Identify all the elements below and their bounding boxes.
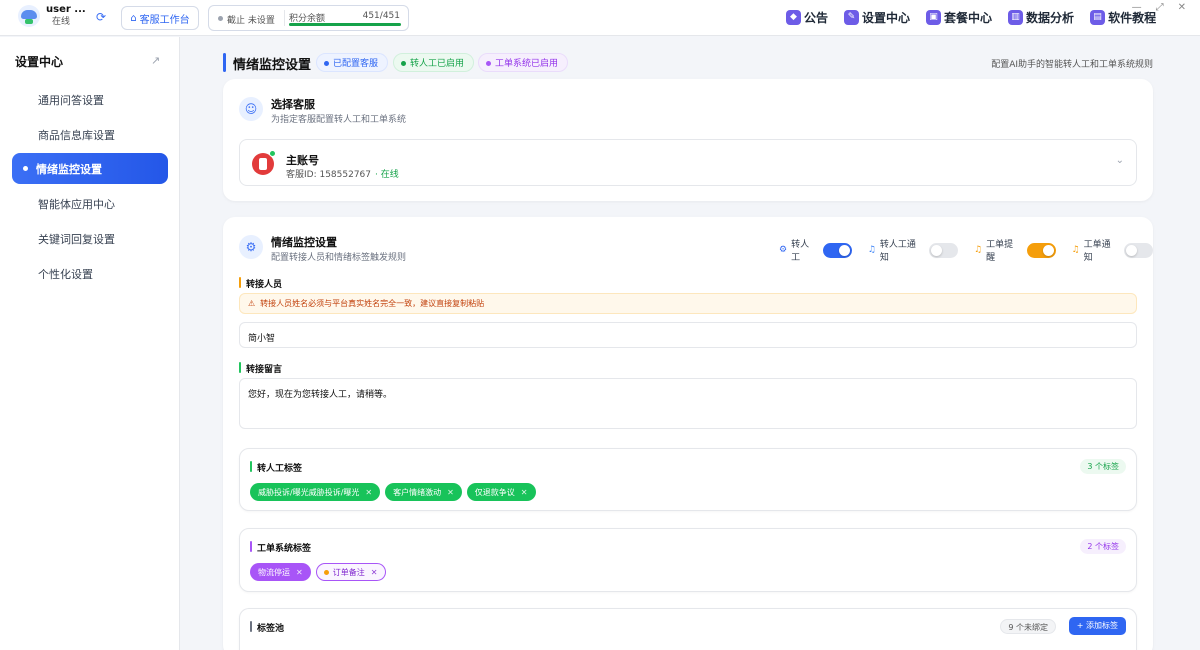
points-progress xyxy=(289,23,401,26)
sidebar-item-agent-apps[interactable]: 智能体应用中心 xyxy=(12,188,168,219)
status-badge-transfer-enabled: 转人工已启用 xyxy=(393,53,475,72)
chevron-down-icon: ⌄ xyxy=(1115,155,1124,166)
page-subtitle: 配置AI助手的智能转人工和工单系统规则 xyxy=(991,60,1153,70)
top-nav: ◆ 公告 ✎ 设置中心 ▣ 套餐中心 ▥ 数据分析 ▤ 软件教程 xyxy=(786,9,1172,26)
sidebar: 设置中心 ↗ 通用问答设置 商品信息库设置 情绪监控设置 智能体应用中心 关键词… xyxy=(0,37,180,650)
tag-chip[interactable]: 物流停运 ✕ xyxy=(250,563,311,581)
toggle-ticket-notify[interactable]: ♫ 工单通知 xyxy=(1071,237,1153,263)
switch-transfer-human[interactable] xyxy=(823,242,852,258)
ticket-tags-list: 物流停运 ✕ 订单备注 ✕ xyxy=(250,563,387,581)
status-dot xyxy=(218,16,223,21)
workbench-button[interactable]: ⌂ 客服工作台 xyxy=(121,6,199,30)
page-title: 情绪监控设置 xyxy=(233,58,312,73)
maximize-icon[interactable]: ⤢ xyxy=(1156,2,1164,13)
warning-icon: ⚠ xyxy=(248,299,256,308)
close-icon[interactable]: ✕ xyxy=(447,488,454,497)
ticket-tags-title: 工单系统标签 xyxy=(250,541,311,554)
add-tag-button[interactable]: + 添加标签 xyxy=(1068,617,1126,635)
external-link-icon[interactable]: ↗ xyxy=(151,54,160,67)
transfer-person-label: 转接人员 xyxy=(239,277,282,290)
user-status: 在线 xyxy=(52,17,71,27)
emotion-monitor-card: ⚙ 情绪监控设置 配置转接人员和情绪标签触发规则 ⚙ 转人工 ♫ 转人工通知 ♫… xyxy=(223,217,1153,650)
status-badge-agent-configured: 已配置客服 xyxy=(316,53,389,72)
tag-pool-title: 标签池 xyxy=(250,621,284,634)
select-agent-title: 选择客服 xyxy=(271,98,315,111)
select-agent-subtitle: 为指定客服配置转人工和工单系统 xyxy=(271,115,407,125)
toggle-transfer-notify[interactable]: ♫ 转人工通知 xyxy=(868,237,958,263)
human-tags-count: 3 个标签 xyxy=(1080,459,1126,474)
ticket-tags-card: 工单系统标签 2 个标签 物流停运 ✕ 订单备注 ✕ xyxy=(239,528,1137,592)
tag-pool-unbound-count: 9 个未绑定 xyxy=(1000,619,1056,634)
points-progress-fill xyxy=(289,23,401,26)
gear-icon: ⚙ xyxy=(779,245,788,255)
box-icon: ▣ xyxy=(926,10,942,25)
tag-chip[interactable]: 订单备注 ✕ xyxy=(315,563,387,581)
megaphone-icon: ◆ xyxy=(786,10,801,25)
transfer-message-textarea[interactable]: 您好，现在为您转接人工，请稍等。 xyxy=(239,378,1137,429)
toggle-transfer-human[interactable]: ⚙ 转人工 xyxy=(779,237,852,263)
human-tags-list: 威胁投诉/曝光威胁投诉/曝光 ✕ 客户情绪激动 ✕ 仅退款争议 ✕ xyxy=(250,483,536,501)
sidebar-item-personalization[interactable]: 个性化设置 xyxy=(12,258,168,289)
nav-analytics[interactable]: ▥ 数据分析 xyxy=(1008,9,1074,26)
refresh-icon[interactable]: ⟳ xyxy=(96,11,108,23)
transfer-person-input[interactable]: 简小智 xyxy=(239,322,1137,348)
points-value: 451/451 xyxy=(362,11,400,21)
bell-icon: ♫ xyxy=(974,245,983,255)
sidebar-item-product-library[interactable]: 商品信息库设置 xyxy=(12,119,168,150)
sidebar-item-general-qa[interactable]: 通用问答设置 xyxy=(12,84,168,115)
bar-chart-icon: ▥ xyxy=(1008,10,1024,25)
ticket-tags-count: 2 个标签 xyxy=(1080,539,1126,554)
warning-banner: ⚠ 转接人员姓名必须与平台真实姓名完全一致，建议直接复制粘贴 xyxy=(239,293,1137,314)
switch-ticket-reminder[interactable] xyxy=(1026,242,1056,258)
toggle-ticket-reminder[interactable]: ♫ 工单提醒 xyxy=(974,237,1056,263)
user-block[interactable]: user ... 在线 xyxy=(18,4,86,28)
sidebar-item-keyword-reply[interactable]: 关键词回复设置 xyxy=(12,223,168,254)
tag-chip[interactable]: 仅退款争议 ✕ xyxy=(466,483,536,501)
agent-name: 主账号 xyxy=(286,154,319,167)
toggle-group: ⚙ 转人工 ♫ 转人工通知 ♫ 工单提醒 ♫ 工单通知 xyxy=(763,237,1153,263)
window-controls: — ⤢ ✕ xyxy=(1132,2,1186,13)
status-badge-ticket-enabled: 工单系统已启用 xyxy=(478,53,569,72)
tag-chip[interactable]: 威胁投诉/曝光威胁投诉/曝光 ✕ xyxy=(250,483,381,501)
bell-icon: ♫ xyxy=(1071,245,1080,255)
user-name: user ... xyxy=(46,4,86,15)
tag-pool-card: 标签池 9 个未绑定 + 添加标签 xyxy=(239,608,1137,650)
avatar xyxy=(18,5,40,27)
workbench-label: 客服工作台 xyxy=(139,14,190,26)
switch-transfer-notify[interactable] xyxy=(929,242,958,258)
close-icon[interactable]: ✕ xyxy=(296,568,303,577)
user-icon: ☺ xyxy=(239,97,263,121)
top-bar: user ... 在线 ⟳ ⌂ 客服工作台 截止 未设置 积分余额 451/45… xyxy=(0,0,1200,36)
human-tags-title: 转人工标签 xyxy=(250,461,302,474)
sidebar-item-emotion-monitor[interactable]: 情绪监控设置 xyxy=(12,153,168,184)
close-icon[interactable]: ✕ xyxy=(365,488,372,497)
agent-online-status: · 在线 xyxy=(375,170,399,180)
switch-ticket-notify[interactable] xyxy=(1124,242,1153,258)
tag-chip[interactable]: 客户情绪激动 ✕ xyxy=(385,483,462,501)
select-agent-card: ☺ 选择客服 为指定客服配置转人工和工单系统 主账号 客服ID: 1585527… xyxy=(223,79,1153,201)
gear-icon: ⚙ xyxy=(239,235,263,259)
main-content: 情绪监控设置 已配置客服 转人工已启用 工单系统已启用 配置AI助手的智能转人工… xyxy=(181,37,1200,650)
close-icon[interactable]: ✕ xyxy=(1178,2,1186,13)
nav-packages[interactable]: ▣ 套餐中心 xyxy=(926,9,992,26)
nav-settings[interactable]: ✎ 设置中心 xyxy=(844,9,910,26)
nav-announcement[interactable]: ◆ 公告 xyxy=(786,9,828,26)
human-tags-card: 转人工标签 3 个标签 威胁投诉/曝光威胁投诉/曝光 ✕ 客户情绪激动 ✕ 仅退款争… xyxy=(239,448,1137,511)
minimize-icon[interactable]: — xyxy=(1132,2,1142,13)
agent-id: 客服ID: 158552767 xyxy=(286,170,372,180)
bell-icon: ♫ xyxy=(867,245,876,255)
online-dot xyxy=(269,150,276,157)
monitor-subtitle: 配置转接人员和情绪标签触发规则 xyxy=(271,253,407,263)
transfer-message-label: 转接留言 xyxy=(239,362,282,375)
account-status-box: 截止 未设置 积分余额 451/451 xyxy=(208,5,409,31)
pencil-icon: ✎ xyxy=(844,10,860,25)
monitor-title: 情绪监控设置 xyxy=(271,236,337,249)
agent-select-dropdown[interactable]: 主账号 客服ID: 158552767 · 在线 ⌄ xyxy=(239,139,1137,186)
close-icon[interactable]: ✕ xyxy=(371,568,378,577)
home-icon: ⌂ xyxy=(130,12,137,24)
close-icon[interactable]: ✕ xyxy=(521,488,528,497)
expiry-label: 截止 未设置 xyxy=(227,16,275,26)
sidebar-title: 设置中心 xyxy=(15,55,64,69)
book-icon: ▤ xyxy=(1090,10,1106,25)
